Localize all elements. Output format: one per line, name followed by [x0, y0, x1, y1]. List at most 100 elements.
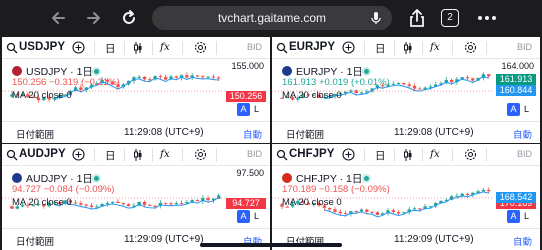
auto-scale-button[interactable]: A: [507, 210, 520, 223]
more-icon[interactable]: [474, 6, 500, 30]
date-range-button[interactable]: 日付範囲: [16, 234, 54, 248]
search-icon[interactable]: [276, 42, 288, 54]
settings-gear-icon[interactable]: [194, 148, 207, 161]
indicators-icon[interactable]: fx: [430, 148, 440, 160]
indicators-icon[interactable]: fx: [430, 41, 440, 53]
log-scale-button[interactable]: L: [524, 211, 529, 221]
candle-body: [396, 212, 401, 214]
symbol-label[interactable]: EURJPY: [289, 41, 335, 53]
candles-icon[interactable]: [133, 41, 143, 55]
candle-body: [487, 74, 491, 77]
chart-panel: USDJPY 日 fx BID USDJPY · 1日 150.256 −0.3…: [2, 37, 270, 143]
search-icon[interactable]: [6, 149, 18, 161]
bid-toggle[interactable]: BID: [517, 149, 532, 159]
auto-button[interactable]: 自動: [243, 127, 262, 141]
candles-icon[interactable]: [133, 148, 143, 162]
search-icon[interactable]: [6, 42, 18, 54]
legend-values: 150.256 −0.319 (−0.21%): [12, 77, 120, 88]
toolbar-divider: [182, 41, 183, 55]
candle-body: [402, 83, 406, 85]
forward-arrow-icon[interactable]: [80, 6, 106, 30]
add-symbol-icon[interactable]: [72, 148, 85, 161]
interval-button[interactable]: 日: [375, 148, 386, 163]
candle-body: [116, 201, 120, 204]
tabs-icon[interactable]: 2: [441, 9, 459, 27]
share-icon[interactable]: [404, 6, 430, 30]
mic-icon[interactable]: [368, 10, 384, 26]
clock-label: 11:29:08 (UTC+9): [394, 127, 474, 138]
price-tag: 94.727: [226, 198, 266, 209]
bid-toggle[interactable]: BID: [517, 42, 532, 52]
auto-button[interactable]: 自動: [513, 127, 532, 141]
toolbar-divider: [152, 148, 153, 162]
ma-legend[interactable]: MA 20 close 0: [282, 197, 342, 208]
add-symbol-icon[interactable]: [72, 41, 85, 54]
settings-gear-icon[interactable]: [464, 41, 477, 54]
indicators-icon[interactable]: fx: [160, 148, 170, 160]
legend-values: 94.727 −0.084 (−0.09%): [12, 184, 115, 195]
date-range-button[interactable]: 日付範囲: [16, 127, 54, 141]
candle-body: [153, 205, 157, 207]
candle-body: [328, 207, 332, 210]
toolbar-divider: [394, 41, 395, 55]
address-bar[interactable]: tvchart.gaitame.com: [152, 6, 392, 30]
candle-body: [375, 212, 380, 215]
clock-label: 11:29:09 (UTC+9): [124, 234, 204, 245]
toolbar-divider: [124, 148, 125, 162]
candle-body: [481, 189, 486, 192]
chart-panel: AUDJPY 日 fx BID AUDJPY · 1日 94.727 −0.08…: [2, 144, 270, 250]
candle-body: [211, 76, 216, 78]
ma-legend[interactable]: MA 20 close 0: [12, 197, 72, 208]
reload-icon[interactable]: [116, 6, 142, 30]
add-symbol-icon[interactable]: [342, 41, 355, 54]
chart-panel: CHFJPY 日 fx BID CHFJPY · 1日 170.189 −0.1…: [272, 144, 540, 250]
symbol-label[interactable]: USDJPY: [19, 41, 65, 53]
search-icon[interactable]: [276, 149, 288, 161]
candle-body: [142, 201, 147, 205]
candle-body: [343, 213, 348, 215]
toolbar-divider: [124, 41, 125, 55]
bid-toggle[interactable]: BID: [247, 149, 262, 159]
candle-body: [407, 84, 411, 86]
ma-legend[interactable]: MA 20 close 0: [282, 90, 342, 101]
settings-gear-icon[interactable]: [194, 41, 207, 54]
interval-button[interactable]: 日: [105, 41, 116, 56]
market-status-icon: [91, 67, 101, 76]
log-scale-button[interactable]: L: [254, 104, 259, 114]
url-text: tvchart.gaitame.com: [217, 11, 327, 25]
chart-panel: EURJPY 日 fx BID EURJPY · 1日 161.913 +0.0…: [272, 37, 540, 143]
log-scale-button[interactable]: L: [254, 211, 259, 221]
candle-body: [471, 78, 475, 81]
candle-body: [158, 76, 163, 78]
log-scale-button[interactable]: L: [524, 104, 529, 114]
toolbar-divider: [364, 41, 365, 55]
interval-button[interactable]: 日: [375, 41, 386, 56]
candle-body: [164, 77, 168, 80]
candle-body: [195, 75, 200, 77]
auto-scale-button[interactable]: A: [237, 103, 250, 116]
bid-toggle[interactable]: BID: [247, 42, 262, 52]
price-tag: 168.542: [496, 192, 536, 203]
candle-body: [148, 204, 152, 206]
ma-legend[interactable]: MA 20 close 0: [12, 90, 72, 101]
settings-gear-icon[interactable]: [464, 148, 477, 161]
symbol-flag-icon: [282, 66, 292, 76]
candle-body: [391, 210, 395, 213]
back-arrow-icon[interactable]: [46, 6, 72, 30]
candles-icon[interactable]: [403, 148, 413, 162]
auto-button[interactable]: 自動: [513, 234, 532, 248]
candle-body: [95, 206, 99, 208]
symbol-label[interactable]: CHFJPY: [289, 148, 334, 160]
candle-body: [105, 202, 110, 205]
candle-body: [391, 83, 395, 85]
date-range-button[interactable]: 日付範囲: [286, 127, 324, 141]
candle-body: [217, 77, 221, 79]
interval-button[interactable]: 日: [105, 148, 116, 163]
candles-icon[interactable]: [403, 41, 413, 55]
auto-scale-button[interactable]: A: [237, 210, 250, 223]
auto-scale-button[interactable]: A: [507, 103, 520, 116]
clock-label: 11:29:09 (UTC+9): [394, 234, 474, 245]
symbol-label[interactable]: AUDJPY: [19, 148, 66, 160]
indicators-icon[interactable]: fx: [160, 41, 170, 53]
add-symbol-icon[interactable]: [342, 148, 355, 161]
